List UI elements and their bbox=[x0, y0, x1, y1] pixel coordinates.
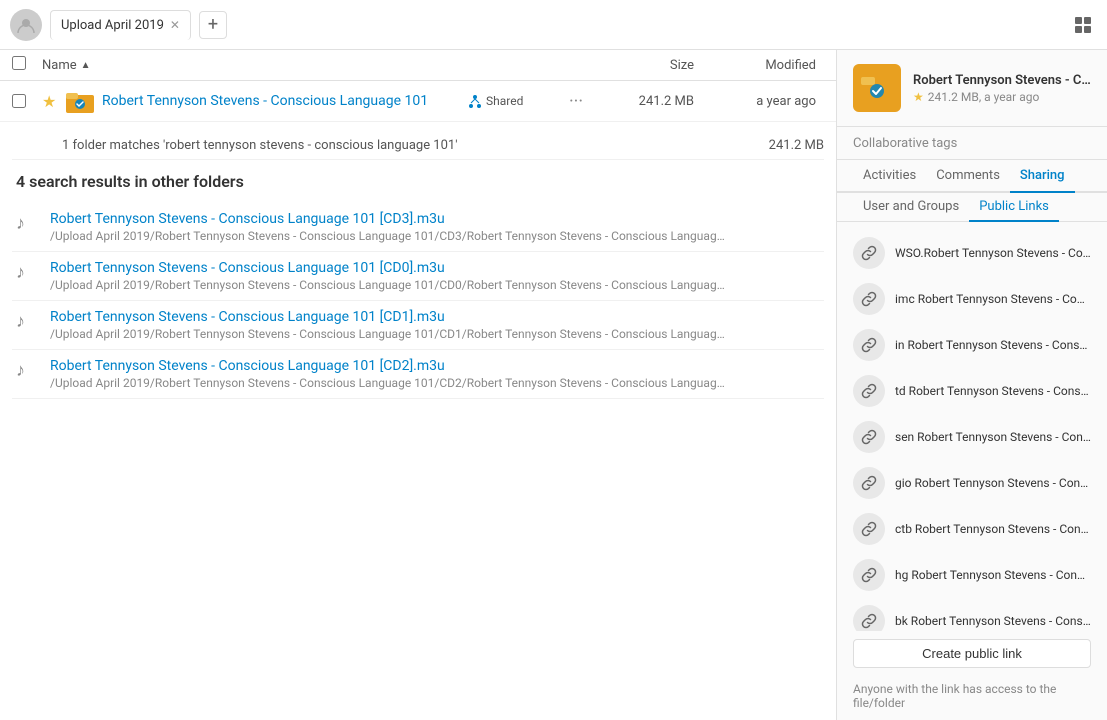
table-header: Name ▲ Size Modified bbox=[0, 50, 836, 81]
star-icon[interactable]: ★ bbox=[42, 92, 66, 111]
shared-badge: Shared bbox=[468, 94, 558, 108]
collab-tags: Collaborative tags bbox=[837, 127, 1107, 160]
size-column-label: Size bbox=[594, 58, 694, 73]
right-header-meta: ★ 241.2 MB, a year ago bbox=[913, 90, 1091, 104]
result-name: Robert Tennyson Stevens - Conscious Lang… bbox=[50, 211, 820, 227]
result-name: Robert Tennyson Stevens - Conscious Lang… bbox=[50, 358, 820, 374]
panel-subtabs: User and Groups Public Links bbox=[837, 193, 1107, 222]
link-note: Anyone with the link has access to the f… bbox=[837, 676, 1107, 720]
result-path: /Upload April 2019/Robert Tennyson Steve… bbox=[50, 278, 730, 292]
result-item[interactable]: ♪ Robert Tennyson Stevens - Conscious La… bbox=[12, 203, 824, 252]
shared-label: Shared bbox=[486, 94, 523, 108]
folder-row[interactable]: ★ Robert Tennyson Stevens - Conscious La… bbox=[0, 81, 836, 122]
subtab-public-links[interactable]: Public Links bbox=[969, 193, 1059, 222]
music-icon: ♪ bbox=[16, 311, 40, 332]
tab-activities[interactable]: Activities bbox=[853, 160, 926, 193]
tab-comments[interactable]: Comments bbox=[926, 160, 1010, 193]
match-size: 241.2 MB bbox=[769, 138, 824, 153]
modified-column-label: Modified bbox=[694, 58, 824, 73]
results-list: ♪ Robert Tennyson Stevens - Conscious La… bbox=[12, 203, 824, 399]
link-icon-circle bbox=[853, 605, 885, 631]
result-name: Robert Tennyson Stevens - Conscious Lang… bbox=[50, 260, 820, 276]
right-meta-text: 241.2 MB, a year ago bbox=[928, 90, 1040, 104]
top-bar: Upload April 2019 ✕ + bbox=[0, 0, 1107, 50]
link-text: bk Robert Tennyson Stevens - Conscious L… bbox=[895, 614, 1091, 628]
row-checkbox[interactable] bbox=[12, 94, 42, 108]
music-icon: ♪ bbox=[16, 213, 40, 234]
link-icon-circle bbox=[853, 283, 885, 315]
right-panel: Robert Tennyson Stevens - Cons... ★ 241.… bbox=[837, 50, 1107, 720]
grid-view-icon[interactable] bbox=[1069, 11, 1097, 39]
result-name: Robert Tennyson Stevens - Conscious Lang… bbox=[50, 309, 820, 325]
tab-label: Upload April 2019 bbox=[61, 18, 164, 33]
subtab-user-groups[interactable]: User and Groups bbox=[853, 193, 969, 222]
avatar bbox=[10, 9, 42, 41]
link-text: in Robert Tennyson Stevens - Conscious L… bbox=[895, 338, 1091, 352]
result-item[interactable]: ♪ Robert Tennyson Stevens - Conscious La… bbox=[12, 301, 824, 350]
right-panel-header: Robert Tennyson Stevens - Cons... ★ 241.… bbox=[837, 50, 1107, 127]
result-path: /Upload April 2019/Robert Tennyson Steve… bbox=[50, 327, 730, 341]
link-icon-circle bbox=[853, 513, 885, 545]
music-icon: ♪ bbox=[16, 262, 40, 283]
header-checkbox[interactable] bbox=[12, 56, 42, 74]
folder-modified: a year ago bbox=[694, 94, 824, 109]
result-item[interactable]: ♪ Robert Tennyson Stevens - Conscious La… bbox=[12, 252, 824, 301]
tab-add-button[interactable]: + bbox=[199, 11, 227, 39]
file-pane: Name ▲ Size Modified ★ Robert Tennyson S… bbox=[0, 50, 837, 720]
right-star-icon: ★ bbox=[913, 90, 924, 104]
link-item[interactable]: ctb Robert Tennyson Stevens - Conscious … bbox=[837, 506, 1107, 552]
tab-sharing[interactable]: Sharing bbox=[1010, 160, 1075, 193]
results-heading: 4 search results in other folders bbox=[12, 172, 824, 191]
link-item[interactable]: imc Robert Tennyson Stevens - Conscious … bbox=[837, 276, 1107, 322]
folder-name[interactable]: Robert Tennyson Stevens - Conscious Lang… bbox=[102, 93, 468, 109]
link-icon-circle bbox=[853, 467, 885, 499]
link-text: sen Robert Tennyson Stevens - Conscious … bbox=[895, 430, 1091, 444]
link-item[interactable]: in Robert Tennyson Stevens - Conscious L… bbox=[837, 322, 1107, 368]
link-item[interactable]: WSO.Robert Tennyson Stevens - Conscious … bbox=[837, 230, 1107, 276]
link-icon-circle bbox=[853, 237, 885, 269]
panel-tabs: Activities Comments Sharing bbox=[837, 160, 1107, 193]
link-text: imc Robert Tennyson Stevens - Conscious … bbox=[895, 292, 1091, 306]
right-header-info: Robert Tennyson Stevens - Cons... ★ 241.… bbox=[913, 73, 1091, 104]
row-actions-button[interactable]: ··· bbox=[558, 91, 594, 112]
link-item[interactable]: hg Robert Tennyson Stevens - Conscious L… bbox=[837, 552, 1107, 598]
link-text: hg Robert Tennyson Stevens - Conscious L… bbox=[895, 568, 1091, 582]
link-item[interactable]: bk Robert Tennyson Stevens - Conscious L… bbox=[837, 598, 1107, 631]
link-item[interactable]: gio Robert Tennyson Stevens - Conscious … bbox=[837, 460, 1107, 506]
folder-size: 241.2 MB bbox=[594, 94, 694, 109]
tab-upload-april-2019[interactable]: Upload April 2019 ✕ bbox=[50, 10, 191, 40]
link-item[interactable]: td Robert Tennyson Stevens - Conscious L… bbox=[837, 368, 1107, 414]
link-text: gio Robert Tennyson Stevens - Conscious … bbox=[895, 476, 1091, 490]
sort-arrow-icon: ▲ bbox=[81, 60, 91, 71]
row-select-checkbox[interactable] bbox=[12, 94, 26, 108]
create-public-link-button[interactable]: Create public link bbox=[853, 639, 1091, 668]
match-summary: 1 folder matches 'robert tennyson steven… bbox=[12, 132, 824, 160]
link-item[interactable]: sen Robert Tennyson Stevens - Conscious … bbox=[837, 414, 1107, 460]
link-text: ctb Robert Tennyson Stevens - Conscious … bbox=[895, 522, 1091, 536]
name-column-label: Name bbox=[42, 58, 77, 73]
tab-close-icon[interactable]: ✕ bbox=[170, 18, 180, 32]
right-folder-icon bbox=[853, 64, 901, 112]
link-icon-circle bbox=[853, 329, 885, 361]
link-icon-circle bbox=[853, 559, 885, 591]
result-path: /Upload April 2019/Robert Tennyson Steve… bbox=[50, 376, 730, 390]
result-path: /Upload April 2019/Robert Tennyson Steve… bbox=[50, 229, 730, 243]
link-text: WSO.Robert Tennyson Stevens - Conscious … bbox=[895, 246, 1091, 260]
sort-by-name[interactable]: Name ▲ bbox=[42, 58, 594, 73]
select-all-checkbox[interactable] bbox=[12, 56, 26, 70]
match-summary-text: 1 folder matches 'robert tennyson steven… bbox=[62, 138, 458, 153]
link-icon-circle bbox=[853, 375, 885, 407]
music-icon: ♪ bbox=[16, 360, 40, 381]
result-item[interactable]: ♪ Robert Tennyson Stevens - Conscious La… bbox=[12, 350, 824, 399]
link-text: td Robert Tennyson Stevens - Conscious L… bbox=[895, 384, 1091, 398]
folder-icon bbox=[66, 89, 102, 113]
collab-tags-label: Collaborative tags bbox=[853, 136, 957, 151]
right-header-name: Robert Tennyson Stevens - Cons... bbox=[913, 73, 1091, 88]
public-links-list: WSO.Robert Tennyson Stevens - Conscious … bbox=[837, 222, 1107, 631]
link-icon-circle bbox=[853, 421, 885, 453]
search-results: 1 folder matches 'robert tennyson steven… bbox=[0, 122, 836, 720]
